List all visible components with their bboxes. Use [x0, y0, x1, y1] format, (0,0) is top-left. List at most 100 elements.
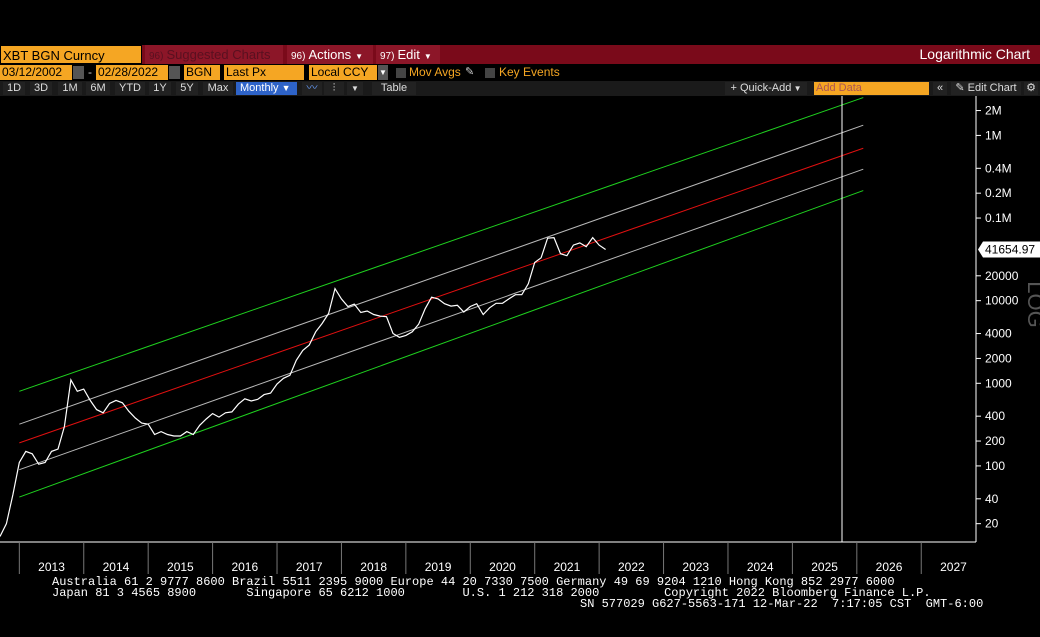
date-separator: - [88, 65, 92, 79]
period-label: Monthly [240, 82, 279, 94]
x-tick-label: 2017 [296, 560, 323, 574]
suggested-fkey: 96) [149, 51, 164, 62]
x-tick-label: 2014 [103, 560, 130, 574]
x-tick-label: 2013 [38, 560, 65, 574]
x-axis-ticks: 2013 2014 2015 2016 2017 2018 2019 2020 2021 2022… [18, 542, 967, 574]
y-tick-label: 40 [985, 492, 999, 506]
field-selector[interactable]: Last Px [224, 65, 304, 80]
range-5y-button[interactable]: 5Y [176, 82, 198, 95]
y-tick-label: 2000 [985, 351, 1012, 365]
y-tick-label: 20 [985, 517, 999, 531]
y-tick-label: 1M [985, 128, 1002, 142]
plus-icon: + [730, 82, 740, 94]
source-field[interactable]: BGN [184, 65, 220, 80]
y-tick-label: 20000 [985, 269, 1019, 283]
regression-bands [19, 97, 864, 498]
key-events-label: Key Events [499, 65, 560, 79]
parameter-row: 03/12/2002 - 02/28/2022 BGN Last Px Loca… [0, 65, 1040, 80]
y-tick-label: 0.2M [985, 186, 1012, 200]
add-data-input[interactable]: Add Data [814, 82, 929, 95]
x-tick-label: 2024 [747, 560, 774, 574]
chevron-down-icon[interactable]: ▼ [378, 65, 388, 80]
y-axis-ticks: 20 40 100 200 400 1000 2000 4000 10000 20000 0.1M 0… [976, 104, 1019, 531]
y-tick-label: 0.4M [985, 161, 1012, 175]
y-tick-label: 400 [985, 409, 1005, 423]
top-toolbar: XBT BGN Curncy 96) Suggested Charts 96) Ac… [0, 45, 1040, 64]
currency-selector[interactable]: Local CCY [309, 65, 377, 80]
collapse-icon[interactable]: « [933, 82, 947, 95]
calendar-icon[interactable] [169, 66, 180, 79]
range-max-button[interactable]: Max [203, 82, 233, 95]
edit-label: Edit [397, 47, 420, 62]
ticker-field[interactable]: XBT BGN Curncy [0, 45, 142, 64]
y-tick-label: 0.1M [985, 211, 1012, 225]
suggested-charts-label: Suggested Charts [166, 47, 271, 62]
candlestick-icon[interactable]: ⫶ [324, 82, 344, 95]
outer_upper-line [19, 97, 864, 392]
actions-label: Actions [308, 47, 352, 62]
outer_lower-line [19, 190, 864, 498]
y-axis-label: LOG [1023, 281, 1040, 327]
end-date-field[interactable]: 02/28/2022 [96, 65, 168, 80]
range-6m-button[interactable]: 6M [86, 82, 110, 95]
range-3d-button[interactable]: 3D [30, 82, 52, 95]
x-tick-label: 2021 [554, 560, 581, 574]
price-chart[interactable]: 20 40 100 200 400 1000 2000 4000 10000 20000 0.1M 0… [0, 96, 1040, 575]
x-tick-label: 2019 [425, 560, 452, 574]
edit-chart-label: Edit Chart [967, 82, 1017, 94]
range-1y-button[interactable]: 1Y [149, 82, 171, 95]
x-tick-label: 2020 [489, 560, 516, 574]
regression-line [19, 147, 864, 444]
table-button[interactable]: Table [372, 82, 416, 95]
chevron-down-icon: ▼ [281, 83, 291, 93]
range-row: 1D 3D 1M 6M YTD 1Y 5Y Max Monthly ▼ 〰 ⫶ … [0, 81, 1040, 96]
footer: Australia 61 2 9777 8600 Brazil 5511 239… [0, 575, 1040, 617]
chevron-down-icon: ▼ [423, 52, 432, 61]
y-tick-label: 200 [985, 434, 1005, 448]
range-1m-button[interactable]: 1M [58, 82, 82, 95]
last-value-label: 41654.97 [985, 242, 1035, 256]
actions-menu-button[interactable]: 96) Actions ▼ [287, 45, 373, 64]
pencil-icon: ✎ [955, 82, 968, 94]
x-tick-label: 2026 [876, 560, 903, 574]
chevron-down-icon[interactable]: ▼ [347, 82, 363, 95]
gear-icon[interactable]: ⚙ [1024, 82, 1038, 95]
x-tick-label: 2016 [231, 560, 258, 574]
y-tick-label: 4000 [985, 327, 1012, 341]
range-1d-button[interactable]: 1D [3, 82, 25, 95]
period-selector[interactable]: Monthly ▼ [236, 82, 297, 95]
last-value-label-group: 41654.97 [978, 241, 1040, 258]
mov-avgs-label: Mov Avgs [409, 65, 461, 79]
inner_lower-line [19, 168, 864, 471]
edit-chart-button[interactable]: ✎ Edit Chart [951, 82, 1021, 95]
pencil-icon[interactable]: ✎ [465, 65, 474, 80]
chart-mode-title: Logarithmic Chart [919, 46, 1031, 62]
x-tick-label: 2027 [940, 560, 967, 574]
x-tick-label: 2025 [811, 560, 838, 574]
mov-avgs-checkbox[interactable] [396, 68, 406, 78]
actions-fkey: 96) [291, 51, 306, 62]
inner_upper-line [19, 124, 864, 425]
range-ytd-button[interactable]: YTD [115, 82, 145, 95]
y-tick-label: 10000 [985, 294, 1019, 308]
line-chart-icon[interactable]: 〰 [302, 82, 322, 95]
x-tick-label: 2018 [360, 560, 387, 574]
chevron-down-icon: ▼ [791, 84, 802, 93]
y-tick-label: 2M [985, 104, 1002, 118]
start-date-field[interactable]: 03/12/2002 [0, 65, 72, 80]
quick-add-button[interactable]: + Quick-Add ▼ [725, 82, 807, 95]
footer-session-line: SN 577029 G627-5563-171 12-Mar-22 7:17:0… [580, 597, 984, 611]
chevron-down-icon: ▼ [355, 52, 364, 61]
x-tick-label: 2023 [682, 560, 709, 574]
price-series [0, 236, 606, 537]
calendar-icon[interactable] [73, 66, 84, 79]
y-tick-label: 100 [985, 459, 1005, 473]
suggested-charts-button[interactable]: 96) Suggested Charts [145, 45, 283, 64]
key-events-checkbox[interactable] [485, 68, 495, 78]
quick-add-label: Quick-Add [739, 82, 792, 94]
price-line [0, 236, 606, 537]
edit-menu-button[interactable]: 97) Edit ▼ [376, 45, 440, 64]
edit-fkey: 97) [380, 51, 395, 62]
x-tick-label: 2022 [618, 560, 645, 574]
y-tick-label: 1000 [985, 376, 1012, 390]
